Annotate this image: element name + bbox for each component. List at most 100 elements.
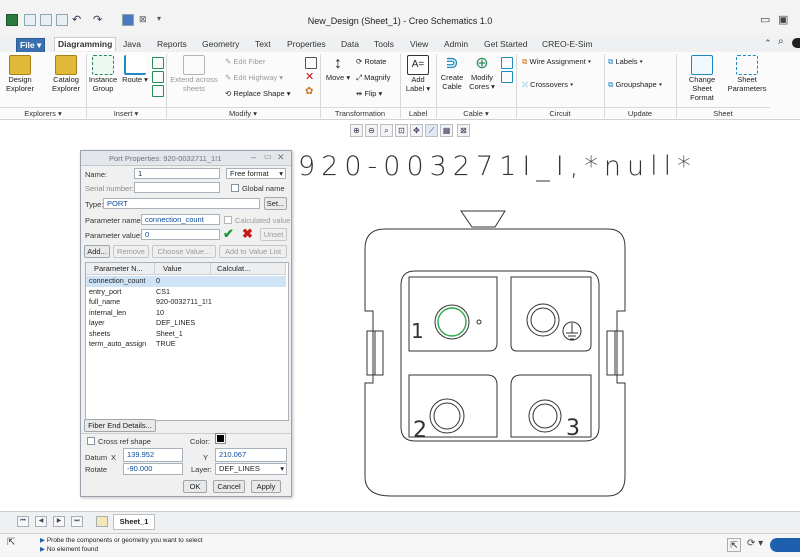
zoom-out-icon[interactable]: ⊖	[365, 124, 378, 137]
unset-button[interactable]: Unset	[260, 228, 287, 241]
tab-java[interactable]: Java	[120, 38, 144, 51]
select-mode-icon[interactable]: ⇱	[7, 537, 15, 548]
name-input[interactable]: 1	[134, 168, 220, 179]
tab-diagramming[interactable]: Diagramming	[54, 37, 117, 51]
wire-assignment-button[interactable]: ⧉ Wire Assignment ▾	[522, 57, 591, 66]
table-row[interactable]: full_name 920-0032711_1!1	[86, 297, 286, 308]
create-cable-button[interactable]: ⋑ Create Cable	[438, 55, 466, 91]
first-sheet-icon[interactable]: ⏮	[17, 516, 29, 527]
modify-cores-button[interactable]: ⊕ Modify Cores ▾	[468, 55, 496, 91]
parameter-table[interactable]: Parameter N... Value Calculat... connect…	[85, 262, 289, 421]
magnify-button[interactable]: ⤢ Magnify	[356, 73, 390, 82]
select-icon[interactable]: ⟋	[425, 124, 438, 137]
zoom-window-icon[interactable]: ⌕	[380, 124, 393, 137]
extend-across-sheets-button[interactable]: Extend across sheets	[168, 55, 220, 93]
rotate-input[interactable]: -90.000	[123, 463, 183, 475]
zoom-in-icon[interactable]: ⊕	[350, 124, 363, 137]
color-swatch[interactable]	[215, 433, 226, 444]
grid-icon[interactable]: ▦	[440, 124, 453, 137]
cross-ref-shape-checkbox[interactable]	[87, 437, 95, 445]
table-row[interactable]: term_auto_assign TRUE	[86, 339, 286, 350]
table-row[interactable]: sheets Sheet_1	[86, 329, 286, 340]
tab-reports[interactable]: Reports	[154, 38, 190, 51]
tab-creo-e-sim[interactable]: CREO-E-Sim	[539, 38, 596, 51]
table-row[interactable]: entry_port CS1	[86, 287, 286, 298]
next-sheet-icon[interactable]: ▶	[53, 516, 65, 527]
set-button[interactable]: Set...	[264, 197, 287, 210]
minimize-icon[interactable]: ▭	[760, 13, 770, 26]
pin-ground-inner[interactable]	[530, 307, 556, 333]
insert-small-icon-2[interactable]	[152, 71, 164, 83]
insert-small-icon-1[interactable]	[152, 57, 164, 69]
remove-button[interactable]: Remove	[113, 245, 149, 258]
layer-select[interactable]: DEF_LINES ▾	[215, 463, 287, 475]
catalog-explorer-button[interactable]: Catalog Explorer	[51, 55, 81, 93]
instance-group-button[interactable]: Instance Group	[88, 55, 118, 93]
cable-small-icon-1[interactable]	[501, 57, 513, 69]
design-explorer-button[interactable]: Design Explorer	[5, 55, 35, 93]
apply-button[interactable]: Apply	[251, 480, 281, 493]
type-input[interactable]: PORT	[103, 198, 260, 209]
tab-geometry[interactable]: Geometry	[199, 38, 242, 51]
insert-small-icon-3[interactable]	[152, 85, 164, 97]
tab-file[interactable]: File ▾	[16, 38, 46, 53]
new-sheet-icon[interactable]	[96, 516, 108, 527]
previous-sheet-icon[interactable]: ◀	[35, 516, 47, 527]
group-insert[interactable]: Insert ▾	[86, 107, 166, 119]
global-name-checkbox[interactable]	[231, 184, 239, 192]
table-row[interactable]: internal_len 10	[86, 308, 286, 319]
dialog-close-icon[interactable]: ✕	[277, 152, 285, 163]
tab-text[interactable]: Text	[252, 38, 274, 51]
calculated-value-checkbox[interactable]	[224, 216, 232, 224]
color-icon[interactable]: ✿	[305, 86, 313, 97]
last-sheet-icon[interactable]: ⏭	[71, 516, 83, 527]
move-button[interactable]: ↕ Move ▾	[323, 55, 353, 82]
pointer-icon[interactable]: ⇱	[727, 538, 741, 552]
tab-get-started[interactable]: Get Started	[481, 38, 530, 51]
modify-small-icon[interactable]	[305, 57, 317, 69]
pin-3-inner[interactable]	[532, 403, 558, 429]
serial-number-input[interactable]	[134, 182, 220, 193]
parameter-name-input[interactable]: connection_count	[141, 214, 220, 225]
datum-x-input[interactable]: 139.952	[123, 448, 183, 462]
group-explorers[interactable]: Explorers ▾	[0, 107, 86, 119]
crossovers-button[interactable]: ⤫ Crossovers ▾	[522, 80, 573, 89]
group-modify[interactable]: Modify ▾	[166, 107, 320, 119]
sheet-tab-sheet-1[interactable]: Sheet_1	[113, 514, 155, 530]
change-sheet-format-button[interactable]: Change Sheet Format	[680, 55, 724, 102]
collapse-ribbon-icon[interactable]: ⌃	[764, 38, 772, 49]
replace-shape-button[interactable]: ⟲ Replace Shape ▾	[225, 89, 291, 98]
add-to-value-list-button[interactable]: Add to Value List	[219, 245, 287, 258]
pan-icon[interactable]: ✥	[410, 124, 423, 137]
labels-button[interactable]: ⧉ Labels ▾	[608, 57, 643, 66]
datum-y-input[interactable]: 210.067	[215, 448, 287, 462]
choose-value-button[interactable]: Choose Value...	[152, 245, 216, 258]
selection-filter-dropdown[interactable]	[770, 538, 800, 552]
sheet-parameters-button[interactable]: Sheet Parameters	[727, 55, 767, 93]
flip-button[interactable]: ⇹ Flip ▾	[356, 89, 382, 98]
tab-data[interactable]: Data	[338, 38, 362, 51]
dialog-maximize-icon[interactable]: ▭	[264, 152, 272, 161]
fiber-end-details-button[interactable]: Fiber End Details...	[84, 419, 156, 432]
search-icon[interactable]: ⌕	[778, 36, 784, 47]
pin-1-selected[interactable]	[437, 307, 467, 337]
column-header-calculated[interactable]: Calculat...	[211, 263, 286, 275]
group-cable[interactable]: Cable ▾	[436, 107, 516, 119]
filter-icon[interactable]: ⟳ ▾	[747, 538, 763, 549]
format-select[interactable]: Free format ▾	[226, 168, 286, 179]
tab-view[interactable]: View	[407, 38, 431, 51]
ok-button[interactable]: OK	[183, 480, 207, 493]
tab-tools[interactable]: Tools	[371, 38, 397, 51]
cancel-button[interactable]: Cancel	[213, 480, 245, 493]
dialog-minimize-icon[interactable]: –	[251, 152, 256, 162]
connector-symbol[interactable]: 1 2 3	[355, 205, 645, 505]
accept-check-icon[interactable]: ✔	[223, 226, 234, 242]
parameter-value-input[interactable]: 0	[141, 229, 220, 240]
maximize-icon[interactable]: ▣	[778, 13, 788, 26]
edit-fiber-button[interactable]: ✎ Edit Fiber	[225, 57, 265, 66]
edit-highway-button[interactable]: ✎ Edit Highway ▾	[225, 73, 283, 82]
delete-icon[interactable]: ✕	[305, 70, 314, 83]
column-header-value[interactable]: Value	[155, 263, 211, 275]
reject-x-icon[interactable]: ✖	[242, 226, 253, 242]
cable-small-icon-2[interactable]	[501, 71, 513, 83]
